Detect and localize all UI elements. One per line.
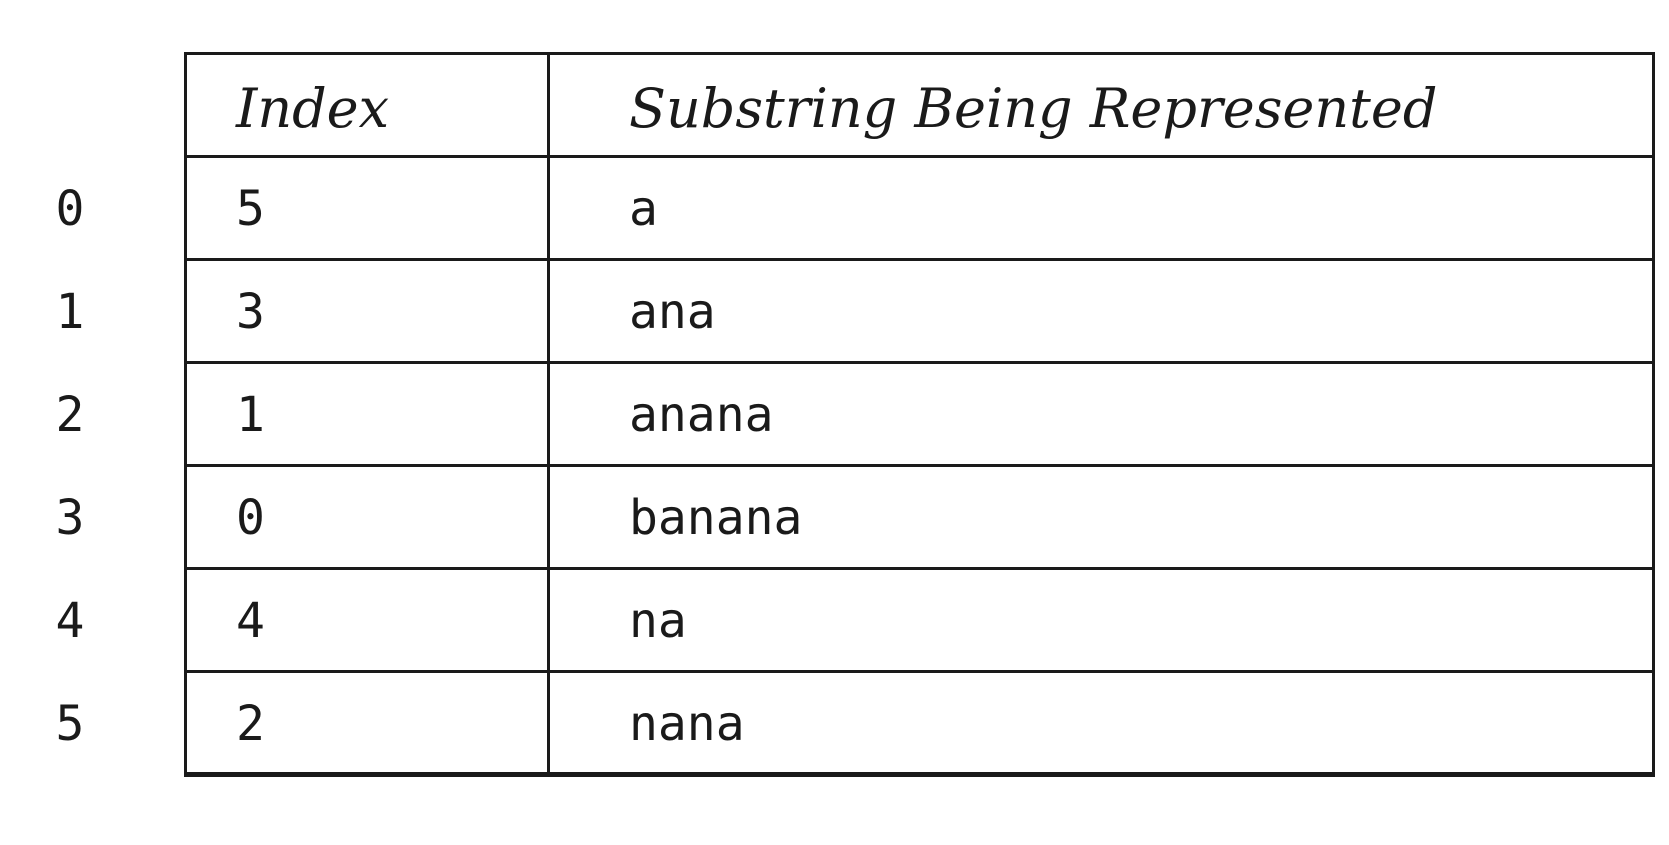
substring-cell: nana — [547, 670, 1655, 776]
table-row: 3 ana — [184, 258, 1655, 364]
position-label: 5 — [55, 695, 85, 752]
table-row: 4 na — [184, 567, 1655, 673]
substring-column-header: Substring Being Represented — [547, 52, 1655, 158]
index-cell: 4 — [184, 567, 550, 673]
position-label: 2 — [55, 386, 85, 443]
index-cell: 0 — [184, 464, 550, 570]
table-row: 5 a — [184, 155, 1655, 261]
index-cell: 3 — [184, 258, 550, 364]
substring-cell: na — [547, 567, 1655, 673]
table-row: 1 anana — [184, 361, 1655, 467]
index-cell: 5 — [184, 155, 550, 261]
position-label: 3 — [55, 489, 85, 546]
index-cell: 1 — [184, 361, 550, 467]
index-cell: 2 — [184, 670, 550, 776]
substring-cell: a — [547, 155, 1655, 261]
substring-cell: ana — [547, 258, 1655, 364]
position-label: 0 — [55, 180, 85, 237]
table-row: 2 nana — [184, 670, 1655, 776]
substring-cell: anana — [547, 361, 1655, 467]
suffix-array-table: Index Substring Being Represented 5 a 3 … — [184, 52, 1655, 777]
substring-cell: banana — [547, 464, 1655, 570]
table-row: 0 banana — [184, 464, 1655, 570]
index-column-header: Index — [184, 52, 550, 158]
array-position-labels: 0 1 2 3 4 5 — [40, 157, 100, 775]
position-label: 4 — [55, 592, 85, 649]
position-label: 1 — [55, 283, 85, 340]
table-header-row: Index Substring Being Represented — [184, 52, 1655, 158]
